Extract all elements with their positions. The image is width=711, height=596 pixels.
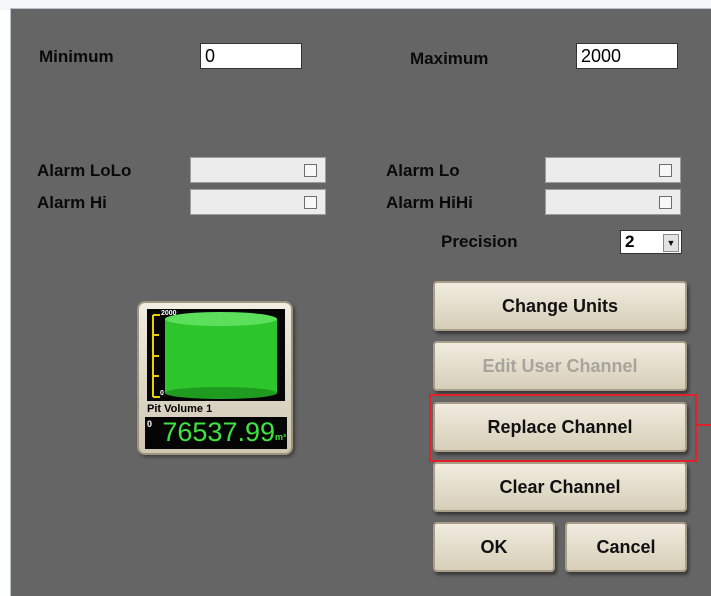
ok-button[interactable]: OK	[433, 522, 555, 572]
alarm-hihi-checkbox[interactable]	[659, 196, 672, 209]
highlight-box	[429, 394, 697, 462]
clear-channel-button[interactable]: Clear Channel	[433, 462, 687, 512]
scale-min-label: 0	[160, 390, 164, 397]
alarm-hihi-field[interactable]	[545, 189, 681, 215]
highlight-pointer	[697, 424, 711, 426]
chevron-down-icon[interactable]: ▼	[663, 234, 679, 252]
precision-value: 2	[625, 232, 635, 251]
alarm-lolo-checkbox[interactable]	[304, 164, 317, 177]
maximum-input[interactable]: 2000	[576, 43, 678, 69]
change-units-button[interactable]: Change Units	[433, 281, 687, 331]
readout-unit: m³	[275, 432, 286, 442]
gauge-name: Pit Volume 1	[147, 403, 213, 415]
precision-label: Precision	[441, 232, 518, 251]
alarm-hi-label: Alarm Hi	[37, 193, 107, 212]
tank-graphic	[152, 312, 277, 399]
gauge-readout: 0 76537.99 m³	[145, 417, 287, 449]
alarm-lolo-label: Alarm LoLo	[37, 161, 132, 180]
precision-select[interactable]: 2 ▼	[620, 230, 682, 254]
alarm-hihi-label: Alarm HiHi	[386, 193, 473, 212]
alarm-hi-field[interactable]	[190, 189, 326, 215]
cancel-button[interactable]: Cancel	[565, 522, 687, 572]
alarm-hi-checkbox[interactable]	[304, 196, 317, 209]
tank-bottom	[165, 387, 277, 399]
maximum-label: Maximum	[410, 49, 489, 68]
alarm-lo-field[interactable]	[545, 157, 681, 183]
alarm-lo-label: Alarm Lo	[386, 161, 460, 180]
minimum-label: Minimum	[39, 47, 114, 66]
tank-fill	[165, 319, 277, 393]
tank-display: 2000 0	[147, 309, 285, 401]
pit-volume-gauge[interactable]: 2000 0 Pit Volume 1 0 76537.99 m³	[137, 301, 293, 455]
alarm-lo-checkbox[interactable]	[659, 164, 672, 177]
readout-value: 76537.99	[162, 417, 275, 447]
alarm-lolo-field[interactable]	[190, 157, 326, 183]
readout-prefix: 0	[147, 419, 153, 429]
edit-user-channel-button[interactable]: Edit User Channel	[433, 341, 687, 391]
tank-top	[165, 312, 277, 326]
scale-max-label: 2000	[161, 310, 177, 317]
minimum-input[interactable]: 0	[200, 43, 302, 69]
